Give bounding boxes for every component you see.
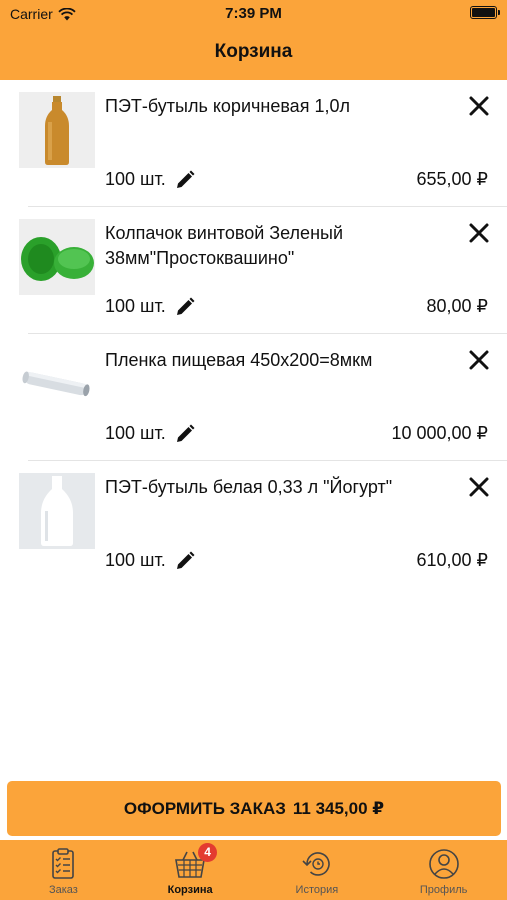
film-roll-image xyxy=(19,346,95,422)
cart-item: Пленка пищевая 450х200=8мкм 100 шт. 10 0… xyxy=(0,334,507,461)
tab-order-label: Заказ xyxy=(48,884,78,896)
edit-quantity-0-icon[interactable] xyxy=(175,170,195,190)
item-price: 655,00 ₽ xyxy=(416,169,488,189)
green-caps-image xyxy=(19,219,95,295)
profile-icon xyxy=(428,849,459,879)
item-quantity: 100 шт. xyxy=(105,169,195,190)
item-price: 610,00 ₽ xyxy=(416,550,488,570)
remove-item-3-icon[interactable] xyxy=(467,475,491,499)
checkout-total: 11 345,00 ₽ xyxy=(292,798,385,818)
edit-quantity-1-icon[interactable] xyxy=(175,297,195,317)
remove-item-2-icon[interactable] xyxy=(467,348,491,372)
edit-quantity-2-icon[interactable] xyxy=(175,424,195,444)
status-bar: Carrier 7:39 PM xyxy=(0,0,507,30)
item-quantity: 100 шт. xyxy=(105,296,195,317)
basket-icon-wrap: 4 xyxy=(173,843,218,881)
tab-order[interactable]: Заказ xyxy=(0,840,127,900)
tab-profile[interactable]: Профиль xyxy=(380,840,507,900)
history-icon xyxy=(302,852,330,876)
item-name: ПЭТ-бутыль белая 0,33 л "Йогурт" xyxy=(105,477,393,497)
brown-bottle-image xyxy=(19,92,95,168)
tab-cart-label: Корзина xyxy=(167,884,213,896)
item-price: 80,00 ₽ xyxy=(426,296,489,316)
quantity-label: 100 шт. xyxy=(105,169,166,189)
tab-cart[interactable]: 4 Корзина xyxy=(127,840,254,900)
checkout-button[interactable]: ОФОРМИТЬ ЗАКАЗ 11 345,00 ₽ xyxy=(7,781,501,836)
tab-profile-label: Профиль xyxy=(419,884,468,896)
header-bar: Carrier 7:39 PM Корзина xyxy=(0,0,507,80)
white-bottle-image xyxy=(19,473,95,549)
item-name: Колпачок винтовой Зеленый 38мм"Простоква… xyxy=(105,223,343,268)
quantity-label: 100 шт. xyxy=(105,423,166,443)
cart-list: ПЭТ-бутыль коричневая 1,0л 100 шт. 655,0… xyxy=(0,80,507,588)
edit-quantity-3-icon[interactable] xyxy=(175,551,195,571)
cart-item: ПЭТ-бутыль коричневая 1,0л 100 шт. 655,0… xyxy=(0,80,507,207)
item-name: Пленка пищевая 450х200=8мкм xyxy=(105,350,373,370)
checkout-label: ОФОРМИТЬ ЗАКАЗ xyxy=(123,798,286,818)
quantity-label: 100 шт. xyxy=(105,296,166,316)
tab-history[interactable]: История xyxy=(254,840,381,900)
cart-item: Колпачок винтовой Зеленый 38мм"Простоква… xyxy=(0,207,507,334)
cart-item: ПЭТ-бутыль белая 0,33 л "Йогурт" 100 шт.… xyxy=(0,461,507,588)
item-quantity: 100 шт. xyxy=(105,423,195,444)
clipboard-list-icon xyxy=(52,848,75,879)
remove-item-0-icon[interactable] xyxy=(467,94,491,118)
item-name: ПЭТ-бутыль коричневая 1,0л xyxy=(105,96,350,116)
item-price: 10 000,00 ₽ xyxy=(391,423,488,443)
item-quantity: 100 шт. xyxy=(105,550,195,571)
battery-icon xyxy=(470,6,500,19)
cart-count-badge: 4 xyxy=(198,843,218,862)
page-title: Корзина xyxy=(214,41,293,62)
tab-bar: Заказ 4 Корзина История Профиль xyxy=(0,840,507,900)
clock: 7:39 PM xyxy=(225,5,282,22)
quantity-label: 100 шт. xyxy=(105,550,166,570)
tab-history-label: История xyxy=(295,884,339,896)
remove-item-1-icon[interactable] xyxy=(467,221,491,245)
